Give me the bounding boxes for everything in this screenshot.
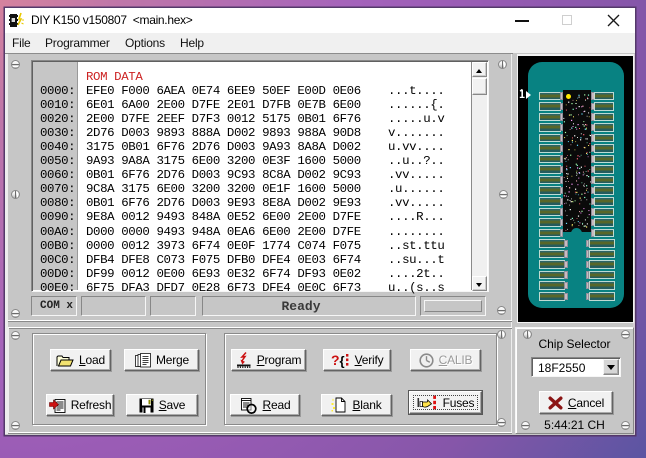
svg-text:{: { <box>339 354 344 369</box>
svg-text:?: ? <box>331 352 339 368</box>
